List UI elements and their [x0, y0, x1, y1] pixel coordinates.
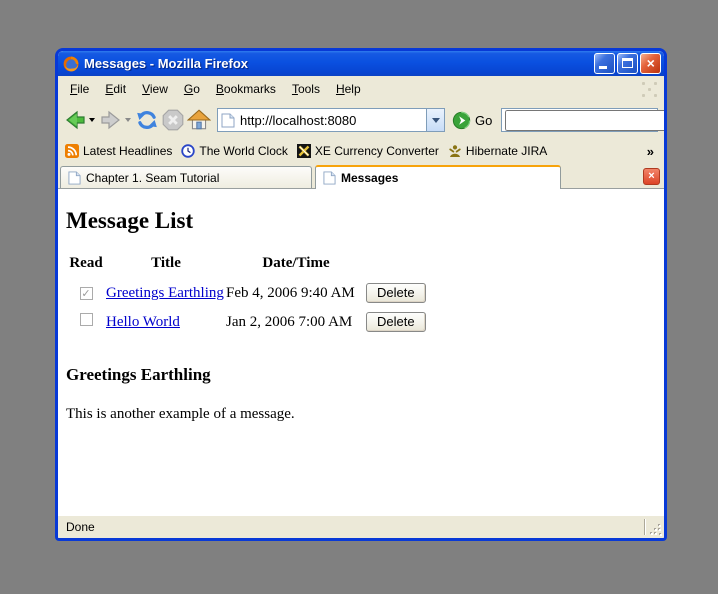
bookmark-label: Latest Headlines [83, 144, 172, 158]
menu-bar: File Edit View Go Bookmarks Tools Help [58, 76, 664, 101]
address-bar[interactable] [217, 108, 445, 132]
tab-label: Chapter 1. Seam Tutorial [86, 171, 219, 185]
bookmark-label: Hibernate JIRA [466, 144, 547, 158]
selected-message-title: Greetings Earthling [66, 365, 656, 385]
clock-icon [181, 144, 195, 158]
read-checkbox[interactable]: ✓ [80, 287, 93, 300]
table-row: Hello World Jan 2, 2006 7:00 AM Delete [66, 309, 426, 338]
statusbar-separator [644, 519, 646, 535]
menu-tools[interactable]: Tools [284, 78, 328, 100]
bookmark-hibernate-jira[interactable]: Hibernate JIRA [448, 144, 547, 158]
bookmark-world-clock[interactable]: The World Clock [181, 144, 287, 158]
delete-button[interactable]: Delete [366, 312, 426, 332]
forward-button[interactable] [98, 107, 124, 133]
message-datetime: Feb 4, 2006 9:40 AM [226, 280, 366, 309]
tab-label: Messages [341, 171, 398, 185]
table-row: ✓ Greetings Earthling Feb 4, 2006 9:40 A… [66, 280, 426, 309]
xe-icon [297, 144, 311, 158]
window-title: Messages - Mozilla Firefox [84, 56, 592, 71]
go-icon [452, 111, 471, 130]
search-input[interactable] [505, 110, 667, 131]
back-button[interactable] [62, 107, 88, 133]
search-bar[interactable]: G [501, 108, 658, 132]
go-button[interactable]: Go [452, 111, 492, 130]
column-header-datetime: Date/Time [226, 255, 366, 280]
status-bar: Done [58, 514, 664, 538]
chevron-down-icon [432, 118, 440, 123]
page-content: Message List Read Title Date/Time ✓ Gree… [58, 189, 664, 514]
stop-icon [161, 108, 185, 132]
forward-dropdown-icon[interactable] [125, 118, 131, 122]
maximize-icon [622, 58, 633, 68]
home-icon [187, 108, 211, 132]
reload-button[interactable] [134, 107, 160, 133]
menu-file[interactable]: File [62, 78, 97, 100]
url-dropdown-button[interactable] [426, 109, 444, 131]
go-button-label: Go [475, 113, 492, 128]
close-tab-button[interactable]: × [643, 168, 660, 185]
bookmark-label: The World Clock [199, 144, 287, 158]
reload-icon [135, 108, 159, 132]
column-header-read: Read [66, 255, 106, 280]
tab-strip: Chapter 1. Seam Tutorial Messages × [58, 163, 664, 189]
forward-icon [99, 108, 123, 132]
status-text: Done [66, 520, 95, 534]
navigation-toolbar: Go G [58, 101, 664, 139]
firefox-icon [63, 56, 79, 72]
menu-help[interactable]: Help [328, 78, 369, 100]
message-title-link[interactable]: Greetings Earthling [106, 285, 224, 301]
tab-seam-tutorial[interactable]: Chapter 1. Seam Tutorial [60, 166, 312, 188]
message-table: Read Title Date/Time ✓ Greetings Earthli… [66, 255, 426, 338]
menubar-grip-icon [642, 82, 656, 96]
stop-button[interactable] [160, 107, 186, 133]
message-title-link[interactable]: Hello World [106, 314, 180, 330]
read-checkbox[interactable] [80, 313, 93, 326]
resize-grip[interactable] [650, 524, 662, 536]
message-datetime: Jan 2, 2006 7:00 AM [226, 309, 366, 338]
bookmarks-toolbar: Latest Headlines The World Clock XE Curr… [58, 139, 664, 163]
title-bar[interactable]: Messages - Mozilla Firefox × [58, 51, 664, 76]
page-icon [323, 171, 336, 185]
menu-go[interactable]: Go [176, 78, 208, 100]
maximize-button[interactable] [617, 53, 638, 74]
rss-feed-icon [65, 144, 79, 158]
menu-edit[interactable]: Edit [97, 78, 134, 100]
selected-message-body: This is another example of a message. [66, 406, 656, 423]
close-window-button[interactable]: × [640, 53, 661, 74]
tab-messages[interactable]: Messages [315, 165, 561, 189]
bookmark-latest-headlines[interactable]: Latest Headlines [65, 144, 172, 158]
column-header-title: Title [106, 255, 226, 280]
back-dropdown-icon[interactable] [89, 118, 95, 122]
bookmark-label: XE Currency Converter [315, 144, 439, 158]
page-icon [221, 113, 235, 128]
page-title: Message List [66, 208, 656, 234]
bookmarks-overflow-chevron-icon[interactable]: » [647, 144, 654, 159]
menu-bookmarks[interactable]: Bookmarks [208, 78, 284, 100]
delete-button[interactable]: Delete [366, 283, 426, 303]
browser-window: Messages - Mozilla Firefox × File Edit V… [55, 48, 667, 541]
home-button[interactable] [186, 107, 212, 133]
minimize-button[interactable] [594, 53, 615, 74]
bookmark-xe-currency[interactable]: XE Currency Converter [297, 144, 439, 158]
menu-view[interactable]: View [134, 78, 176, 100]
back-icon [63, 108, 87, 132]
page-icon [68, 171, 81, 185]
url-input[interactable] [238, 110, 426, 130]
close-icon: × [641, 54, 660, 73]
hibernate-icon [448, 144, 462, 158]
minimize-icon [599, 66, 607, 69]
